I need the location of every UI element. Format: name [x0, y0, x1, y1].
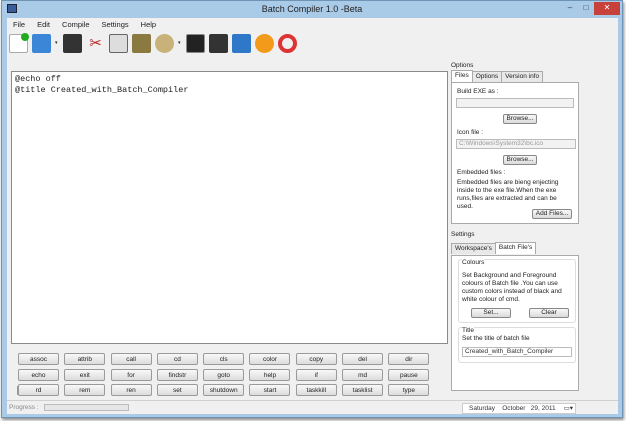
command-button-ren[interactable]: ren	[110, 384, 152, 396]
browse-exe-button[interactable]: Browse...	[503, 114, 537, 124]
copy-icon[interactable]	[109, 33, 128, 53]
close-button[interactable]: ✕	[594, 2, 620, 15]
command-button-md[interactable]: md	[342, 368, 384, 381]
print-icon[interactable]	[32, 33, 51, 53]
new-file-icon[interactable]	[9, 32, 29, 53]
command-button-rd[interactable]: rd	[18, 384, 59, 396]
title-bar: Batch Compiler 1.0 -Beta – □ ✕	[2, 1, 622, 18]
title-description: Set the title of batch file	[462, 335, 530, 342]
clear-colours-button[interactable]: Clear	[529, 308, 569, 318]
progress-label: Progress :	[9, 404, 39, 411]
code-editor[interactable]: @echo off @title Created_with_Batch_Comp…	[11, 71, 448, 395]
embedded-files-label: Embedded files :	[457, 169, 506, 176]
command-button-assoc[interactable]: assoc	[18, 353, 59, 365]
editor-line: @echo off	[15, 74, 61, 84]
title-group: Title Set the title of batch file Create…	[458, 327, 576, 363]
compile-settings-icon[interactable]	[155, 33, 174, 53]
menu-file[interactable]: File	[7, 18, 31, 31]
command-button-tasklist[interactable]: tasklist	[342, 384, 384, 396]
exe-icon[interactable]	[232, 33, 251, 53]
command-button-pause[interactable]: pause	[388, 368, 430, 381]
menu-bar: File Edit Compile Settings Help	[7, 18, 162, 31]
add-files-button[interactable]: Add Files...	[532, 209, 572, 219]
menu-compile[interactable]: Compile	[56, 18, 96, 31]
command-button-shutdown[interactable]: shutdown	[203, 384, 245, 396]
colours-description: Set Background and Foreground colours of…	[462, 272, 562, 303]
command-button-cls[interactable]: cls	[203, 353, 245, 365]
browse-icon-button[interactable]: Browse...	[503, 155, 537, 165]
compile-dropdown-icon[interactable]: ▾	[178, 40, 182, 46]
minimize-button[interactable]: –	[563, 2, 577, 15]
tab-files[interactable]: Files	[451, 70, 473, 82]
colours-group: Colours Set Background and Foreground co…	[458, 259, 576, 323]
command-button-findstr[interactable]: findstr	[156, 368, 198, 381]
command-button-type[interactable]: type	[388, 384, 430, 396]
window-title: Batch Compiler 1.0 -Beta	[261, 4, 363, 14]
maximize-button[interactable]: □	[579, 2, 593, 15]
batch-title-input[interactable]: Created_with_Batch_Compiler	[462, 347, 572, 357]
command-button-if[interactable]: if	[295, 368, 337, 381]
print-dropdown-icon[interactable]: ▾	[55, 40, 59, 46]
embedded-files-description: Embedded files are bieng enjecting insid…	[457, 179, 559, 210]
tab-batch-files[interactable]: Batch File's	[494, 242, 537, 254]
status-bar: Progress : Saturday October 29, 2011 ▭▾	[7, 400, 618, 414]
command-button-del[interactable]: del	[342, 353, 384, 365]
command-button-color[interactable]: color	[249, 353, 291, 365]
console-icon[interactable]	[186, 33, 205, 53]
command-button-dir[interactable]: dir	[388, 353, 430, 365]
command-button-help[interactable]: help	[249, 368, 291, 381]
save-icon[interactable]	[63, 33, 82, 53]
settings-label: Settings	[451, 231, 475, 238]
icon-file-label: Icon file :	[457, 129, 484, 136]
command-button-goto[interactable]: goto	[203, 368, 245, 381]
command-button-copy[interactable]: copy	[295, 353, 337, 365]
toolbar: ▾ ✂ ▾	[9, 31, 297, 55]
build-exe-label: Build EXE as :	[457, 88, 499, 95]
set-colours-button[interactable]: Set...	[471, 308, 511, 318]
command-button-taskkill[interactable]: taskkill	[295, 384, 337, 396]
command-button-for[interactable]: for	[110, 368, 152, 381]
command-button-cd[interactable]: cd	[156, 353, 198, 365]
cut-icon[interactable]: ✂	[86, 34, 105, 53]
command-button-rem[interactable]: rem	[64, 384, 106, 396]
command-button-exit[interactable]: exit	[64, 368, 106, 381]
command-button-set[interactable]: set	[156, 384, 198, 396]
command-button-start[interactable]: start	[249, 384, 291, 396]
date-picker[interactable]: Saturday October 29, 2011 ▭▾	[462, 403, 576, 414]
options-label: Options	[451, 62, 474, 69]
calendar-dropdown-icon[interactable]: ▭▾	[564, 404, 573, 413]
menu-settings[interactable]: Settings	[96, 18, 135, 31]
app-window: Batch Compiler 1.0 -Beta – □ ✕ File Edit…	[1, 0, 623, 418]
run-icon[interactable]	[209, 33, 228, 53]
title-label: Title	[462, 327, 475, 334]
tab-version-info[interactable]: Version info	[501, 71, 544, 82]
date-value: Saturday October 29, 2011	[469, 405, 556, 412]
menu-edit[interactable]: Edit	[31, 18, 56, 31]
menu-help[interactable]: Help	[135, 18, 162, 31]
paste-icon[interactable]	[132, 33, 151, 53]
tab-options[interactable]: Options	[471, 71, 503, 82]
command-button-echo[interactable]: echo	[18, 368, 59, 381]
help-icon[interactable]	[278, 33, 297, 53]
progress-bar	[44, 404, 129, 411]
tab-workspaces[interactable]: Workspace's	[451, 243, 496, 254]
editor-line: @title Created_with_Batch_Compiler	[15, 85, 189, 95]
command-button-attrib[interactable]: attrib	[64, 353, 106, 365]
command-buttons: assoc attrib call cd cls color copy del dir echo e…	[18, 353, 430, 396]
icon-file-input[interactable]: C:\Windows\System32\bc.ico	[456, 139, 576, 149]
info-icon[interactable]	[255, 33, 274, 53]
build-exe-input[interactable]	[456, 98, 574, 108]
command-button-call[interactable]: call	[110, 353, 152, 365]
colours-label: Colours	[462, 259, 485, 266]
